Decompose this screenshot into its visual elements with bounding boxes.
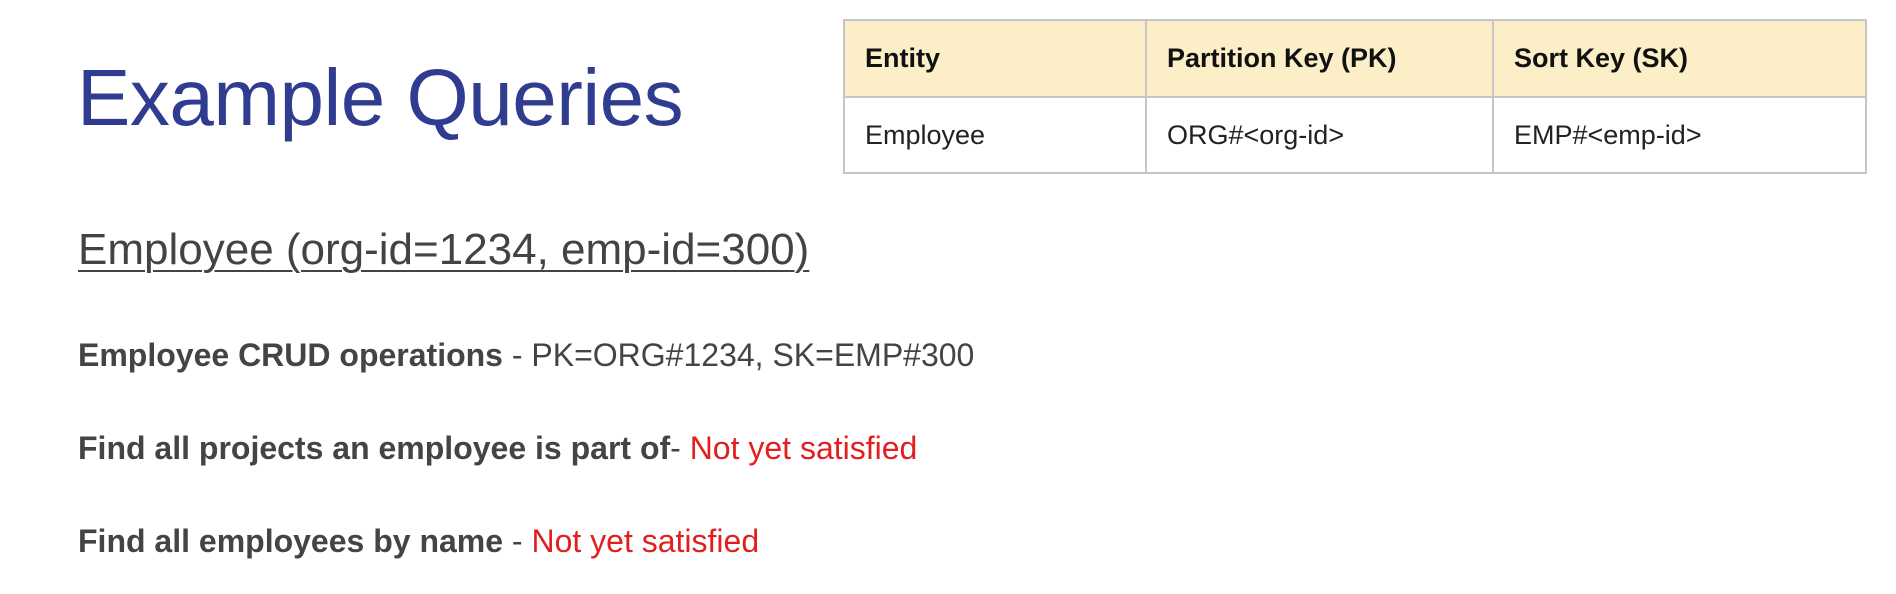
header-partition-key: Partition Key (PK) (1145, 19, 1494, 98)
query-label: Find all employees by name (78, 523, 504, 559)
query-result: Not yet satisfied (689, 430, 918, 466)
cell-sort-key: EMP#<emp-id> (1492, 96, 1867, 174)
query-separator: - (502, 337, 532, 373)
table-row: Employee ORG#<org-id> EMP#<emp-id> (843, 96, 1867, 174)
table-header-row: Entity Partition Key (PK) Sort Key (SK) (843, 19, 1867, 98)
cell-partition-key: ORG#<org-id> (1145, 96, 1494, 174)
query-by-name: Find all employees by name - Not yet sat… (78, 523, 759, 560)
key-schema-table: Entity Partition Key (PK) Sort Key (SK) … (843, 19, 1867, 174)
cell-entity: Employee (843, 96, 1147, 174)
query-separator: - (670, 430, 690, 466)
query-crud: Employee CRUD operations - PK=ORG#1234, … (78, 337, 974, 374)
header-sort-key: Sort Key (SK) (1492, 19, 1867, 98)
query-result: PK=ORG#1234, SK=EMP#300 (531, 337, 975, 373)
page-title: Example Queries (77, 53, 684, 142)
header-entity: Entity (843, 19, 1147, 98)
query-result: Not yet satisfied (531, 523, 760, 559)
query-projects: Find all projects an employee is part of… (78, 430, 917, 467)
query-label: Find all projects an employee is part of (78, 430, 671, 466)
query-label: Employee CRUD operations (78, 337, 503, 373)
query-separator: - (503, 523, 532, 559)
subheading: Employee (org-id=1234, emp-id=300) (78, 225, 810, 274)
